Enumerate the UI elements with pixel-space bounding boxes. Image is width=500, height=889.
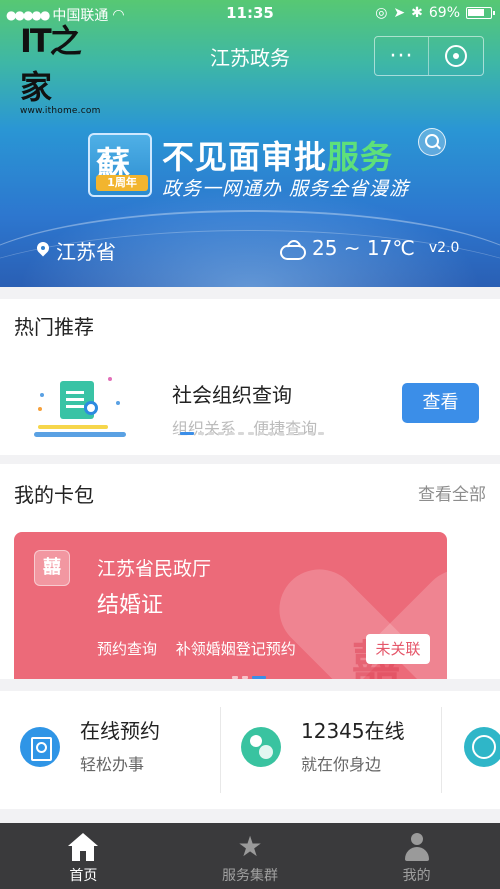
- banner-slogan: 不见面审批服务: [162, 132, 393, 178]
- location-pin-icon: [36, 242, 50, 260]
- more-button[interactable]: ···: [375, 37, 430, 75]
- bluetooth-icon: ✱: [411, 5, 423, 21]
- pager-dot: [318, 432, 324, 435]
- anniversary-badge: 蘇 1周年: [88, 133, 152, 197]
- tab-service-cluster[interactable]: ★ 服务集群: [167, 823, 334, 889]
- document-search-illustration: [34, 371, 130, 441]
- pager-dot: [268, 432, 274, 435]
- service-title: 在线预约: [80, 719, 160, 743]
- location-label: 江苏省: [56, 240, 116, 264]
- pager-dot: [238, 432, 244, 435]
- section-title-hot: 热门推荐: [14, 315, 94, 339]
- miniprogram-capsule: ···: [374, 36, 484, 76]
- banner-subslogan: 政务一网通办 服务全省漫游: [162, 178, 410, 200]
- card-department: 江苏省民政厅: [97, 558, 212, 580]
- hot-recommendations: 热门推荐 社会组织查询 组织关系 便捷查询 查看: [0, 299, 500, 455]
- card-name: 结婚证: [97, 593, 164, 618]
- view-all-link[interactable]: 查看全部: [418, 480, 486, 505]
- version-label: v2.0: [428, 240, 460, 256]
- calendar-book-icon: [20, 727, 60, 767]
- hot-tag: 组织关系: [172, 419, 237, 438]
- card-links: 预约查询 补领婚姻登记预约: [97, 638, 310, 659]
- carousel-pager: [180, 432, 324, 435]
- pager-dot: [228, 432, 234, 435]
- home-icon: [68, 833, 99, 861]
- double-happiness-icon: 囍: [34, 550, 70, 586]
- service-title: 12345在线: [301, 719, 405, 743]
- reissue-appointment-link[interactable]: 补领婚姻登记预约: [176, 640, 296, 658]
- hot-item-title[interactable]: 社会组织查询: [172, 379, 292, 408]
- badge-anniversary-label: 1周年: [96, 175, 148, 191]
- user-icon: [402, 833, 432, 861]
- pager-dot: [242, 676, 248, 679]
- battery-percent: 69%: [428, 5, 460, 21]
- sparkle-dot: [108, 377, 112, 381]
- pager-dot: [232, 676, 238, 679]
- user-torso: [404, 847, 429, 861]
- partly-cloudy-icon: [278, 239, 306, 260]
- service-icon: [464, 727, 500, 767]
- card-pager: [232, 676, 266, 679]
- service-hotline-12345[interactable]: 12345在线 就在你身边: [221, 691, 441, 809]
- illustration-bar: [38, 425, 108, 429]
- hot-tag: 便捷查询: [253, 419, 318, 438]
- weather-widget: 25 ~ 17℃ v2.0: [278, 236, 459, 260]
- search-icon[interactable]: [418, 128, 446, 156]
- sparkle-dot: [40, 393, 44, 397]
- pager-dot: [298, 432, 304, 435]
- appointment-query-link[interactable]: 预约查询: [97, 640, 157, 658]
- tab-label: 我的: [402, 868, 431, 884]
- marriage-certificate-card[interactable]: 囍 囍 江苏省民政厅 结婚证 预约查询 补领婚姻登记预约 未关联: [14, 532, 447, 679]
- sparkle-dot: [116, 401, 120, 405]
- more-icon: ···: [389, 43, 414, 69]
- hot-item-tags: 组织关系 便捷查询: [172, 415, 329, 439]
- watermark-url: www.ithome.com: [20, 106, 101, 116]
- pager-dot: [278, 432, 284, 435]
- bottom-tab-bar: 首页 ★ 服务集群 我的: [0, 823, 500, 889]
- view-button[interactable]: 查看: [402, 383, 479, 423]
- close-icon: [445, 45, 467, 67]
- pager-dot: [288, 432, 294, 435]
- pager-dot: [198, 432, 204, 435]
- tab-home[interactable]: 首页: [0, 823, 167, 889]
- link-status-button[interactable]: 未关联: [366, 634, 430, 664]
- service-online-appointment[interactable]: 在线预约 轻松办事: [0, 691, 220, 809]
- magnifier-icon: [84, 401, 98, 415]
- home-door: [80, 851, 87, 861]
- close-button[interactable]: [429, 37, 483, 75]
- card-wallet: 我的卡包 查看全部 囍 囍 江苏省民政厅 结婚证 预约查询 补领婚姻登记预约 未…: [0, 464, 500, 679]
- tab-label: 首页: [69, 868, 98, 884]
- pager-dot-active: [252, 676, 266, 679]
- pager-dot: [308, 432, 314, 435]
- tab-mine[interactable]: 我的: [333, 823, 500, 889]
- location-selector[interactable]: 江苏省: [36, 236, 116, 265]
- section-title-wallet: 我的卡包: [14, 483, 94, 507]
- location-arrow-icon: ➤: [393, 5, 406, 21]
- pager-dot-active: [180, 432, 194, 435]
- temperature-range: 25 ~ 17℃: [312, 236, 415, 260]
- pager-dot: [218, 432, 224, 435]
- tab-label: 服务集群: [222, 868, 278, 884]
- lock-rotation-icon: ◎: [375, 5, 388, 21]
- hotline-icon: [241, 727, 281, 767]
- slogan-highlight: 服务: [327, 138, 394, 176]
- pager-dot: [208, 432, 214, 435]
- star-icon: ★: [237, 830, 263, 863]
- sparkle-dot: [38, 407, 42, 411]
- user-head: [410, 833, 423, 845]
- slogan-main: 不见面审批: [162, 138, 328, 176]
- header-banner: ●●●●● 中国联通 ◠ 11:35 ◎ ➤ ✱ 69% IT之家 www.it…: [0, 0, 500, 287]
- service-subtitle: 就在你身边: [301, 755, 382, 774]
- battery-icon: [466, 7, 495, 19]
- illustration-bar: [34, 432, 126, 437]
- service-subtitle: 轻松办事: [80, 755, 145, 774]
- quick-services: 在线预约 轻松办事 12345在线 就在你身边: [0, 691, 500, 809]
- pager-dot: [248, 432, 254, 435]
- pager-dot: [258, 432, 264, 435]
- service-partial[interactable]: [442, 691, 500, 809]
